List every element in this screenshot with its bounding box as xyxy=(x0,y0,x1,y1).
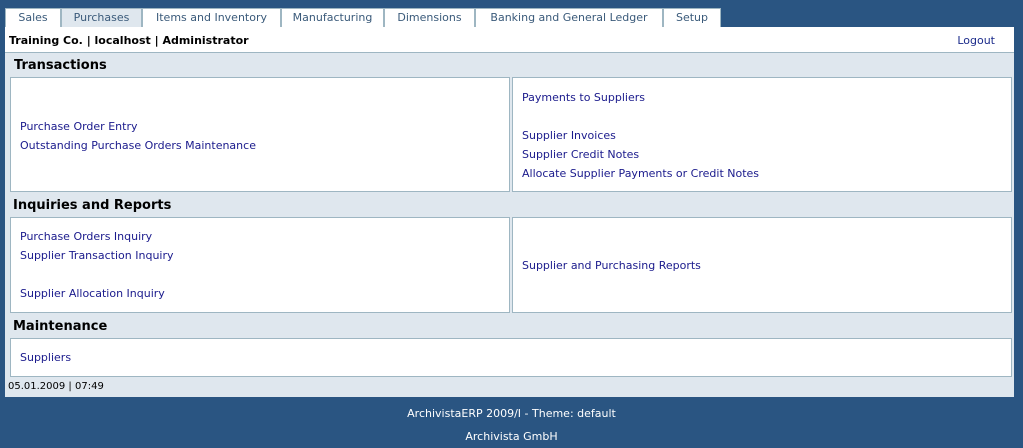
link-payments-to-suppliers[interactable]: Payments to Suppliers xyxy=(522,91,645,104)
footer-version: ArchivistaERP 2009/I - Theme: default xyxy=(407,407,616,420)
link-suppliers[interactable]: Suppliers xyxy=(20,351,71,364)
footer-company: Archivista GmbH xyxy=(465,430,558,443)
section-title-transactions: Transactions xyxy=(14,58,107,73)
main-panel: Training Co. | localhost | Administrator… xyxy=(5,27,1014,397)
link-supplier-allocation-inquiry[interactable]: Supplier Allocation Inquiry xyxy=(20,287,165,300)
maintenance-box: Suppliers xyxy=(10,338,1012,377)
tab-dimensions[interactable]: Dimensions xyxy=(384,8,475,27)
tab-setup[interactable]: Setup xyxy=(663,8,721,27)
link-supplier-invoices[interactable]: Supplier Invoices xyxy=(522,129,616,142)
logout-link[interactable]: Logout xyxy=(957,34,995,47)
tab-items-and-inventory[interactable]: Items and Inventory xyxy=(142,8,281,27)
company-info: Training Co. | localhost | Administrator xyxy=(9,34,249,47)
link-supplier-transaction-inquiry[interactable]: Supplier Transaction Inquiry xyxy=(20,249,174,262)
link-purchase-orders-inquiry[interactable]: Purchase Orders Inquiry xyxy=(20,230,152,243)
inquiries-left-box: Purchase Orders Inquiry Supplier Transac… xyxy=(10,217,510,313)
link-supplier-credit-notes[interactable]: Supplier Credit Notes xyxy=(522,148,639,161)
transactions-right-box: Payments to Suppliers Supplier Invoices … xyxy=(512,77,1012,192)
status-datetime: 05.01.2009 | 07:49 xyxy=(8,381,104,392)
link-outstanding-purchase-orders[interactable]: Outstanding Purchase Orders Maintenance xyxy=(20,139,256,152)
tab-banking-and-general-ledger[interactable]: Banking and General Ledger xyxy=(475,8,663,27)
header-bar: Training Co. | localhost | Administrator… xyxy=(5,27,1014,53)
section-title-inquiries: Inquiries and Reports xyxy=(13,198,172,213)
link-supplier-purchasing-reports[interactable]: Supplier and Purchasing Reports xyxy=(522,259,701,272)
section-title-maintenance: Maintenance xyxy=(13,319,108,334)
link-purchase-order-entry[interactable]: Purchase Order Entry xyxy=(20,120,137,133)
inquiries-right-box: Supplier and Purchasing Reports xyxy=(512,217,1012,313)
link-allocate-supplier-payments[interactable]: Allocate Supplier Payments or Credit Not… xyxy=(522,167,759,180)
tab-manufacturing[interactable]: Manufacturing xyxy=(281,8,384,27)
tab-purchases[interactable]: Purchases xyxy=(61,8,142,27)
tab-sales[interactable]: Sales xyxy=(5,8,61,27)
transactions-left-box: Purchase Order Entry Outstanding Purchas… xyxy=(10,77,510,192)
